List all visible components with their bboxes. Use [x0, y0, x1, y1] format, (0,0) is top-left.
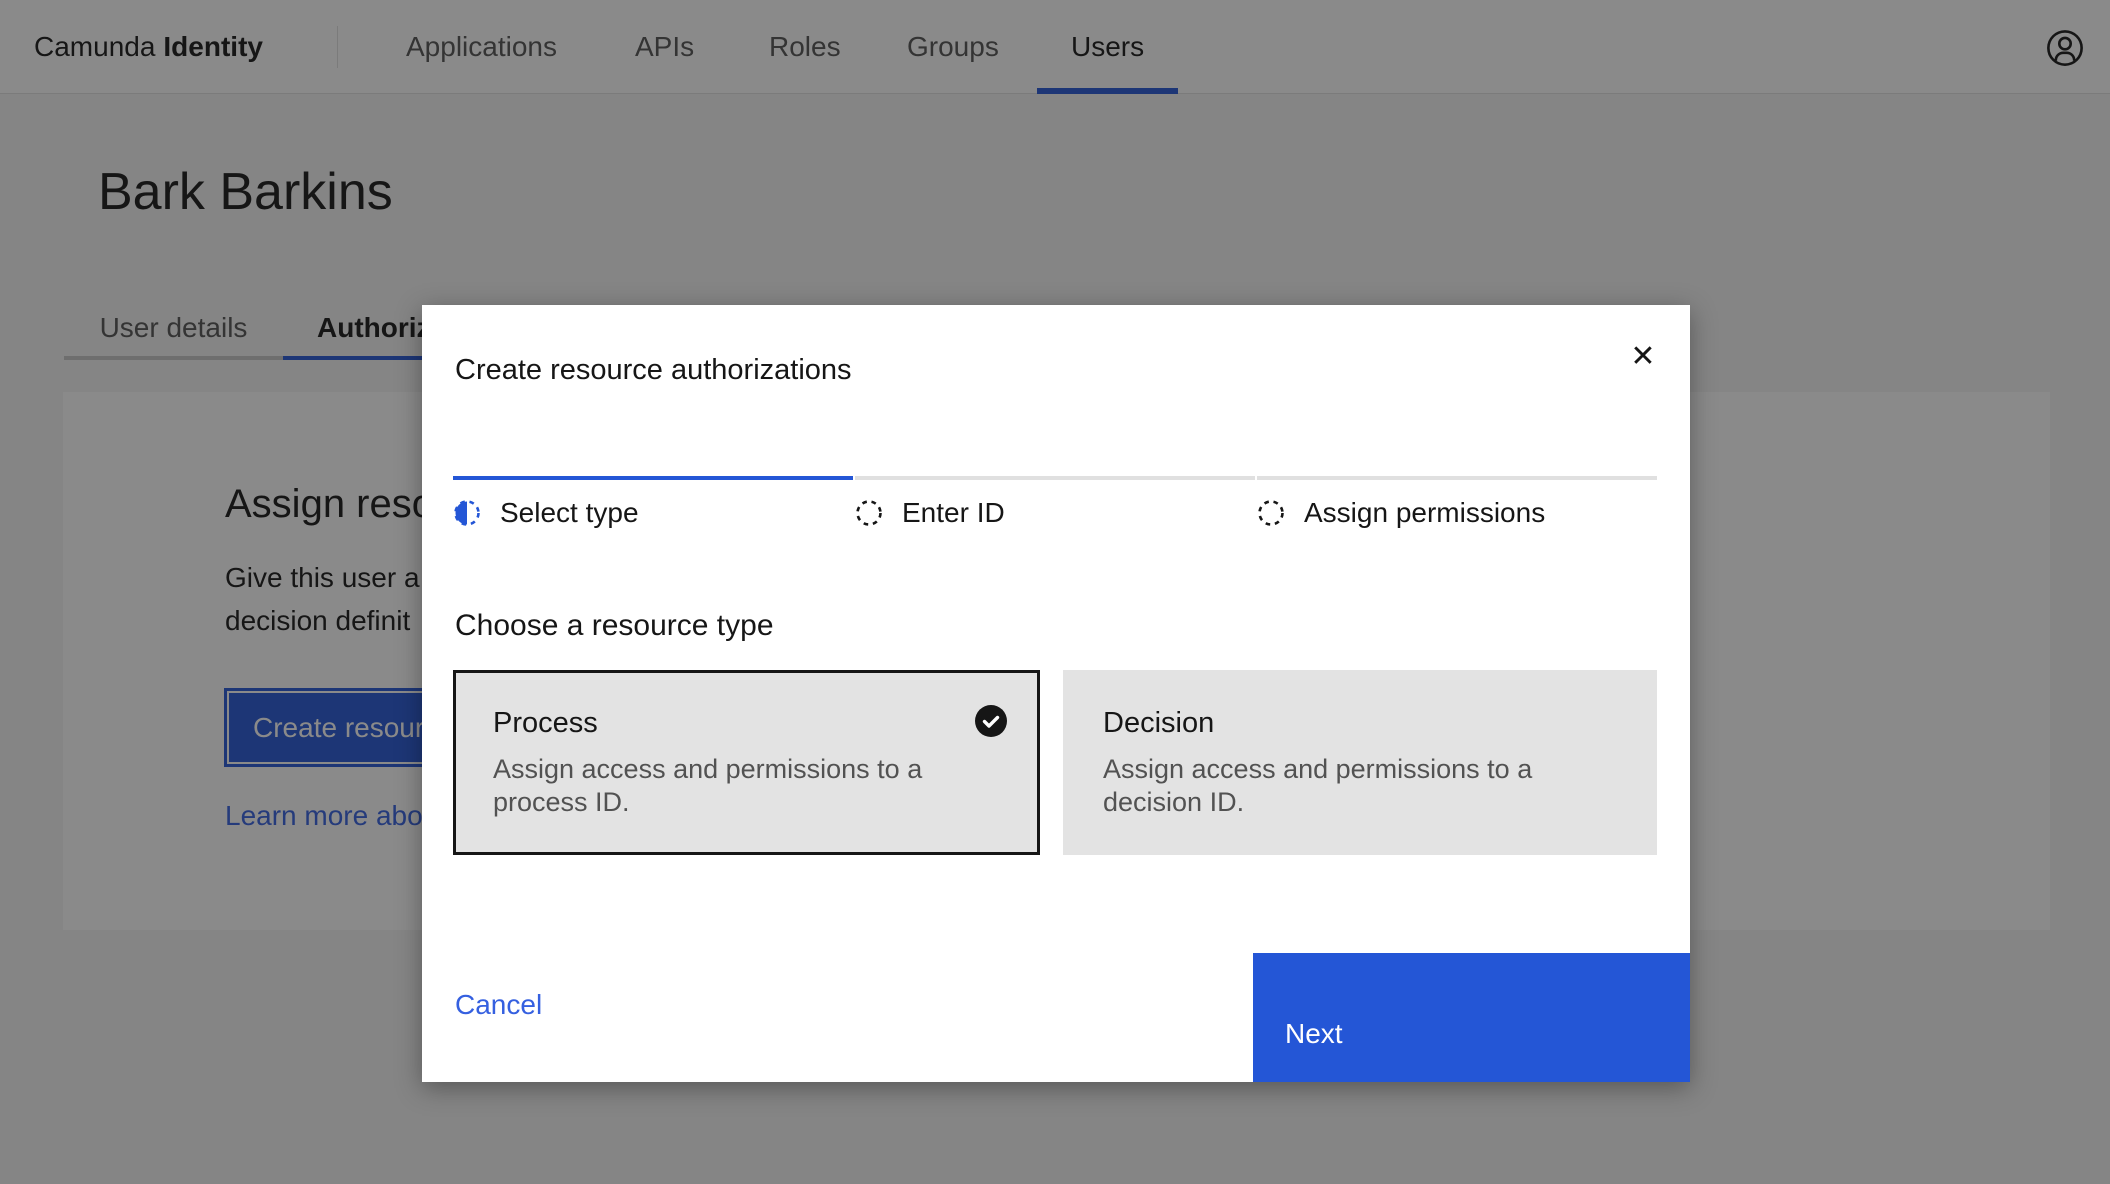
step-select-type[interactable]: Select type [453, 476, 853, 529]
screen: Camunda Identity Applications APIs Roles… [0, 0, 2110, 1184]
create-authorizations-modal: Create resource authorizations ✕ Select … [422, 305, 1690, 1082]
step-label: Assign permissions [1304, 497, 1545, 529]
card-title: Process [493, 706, 1000, 740]
dashed-circle-icon [1257, 499, 1285, 527]
modal-title: Create resource authorizations [455, 352, 852, 388]
half-filled-circle-icon [453, 499, 481, 527]
card-description: Assign access and permissions to a proce… [493, 753, 973, 819]
card-process[interactable]: Process Assign access and permissions to… [453, 670, 1040, 855]
checkmark-icon [975, 705, 1007, 737]
card-description: Assign access and permissions to a decis… [1103, 753, 1583, 819]
step-label: Select type [500, 497, 639, 529]
next-button-label: Next [1285, 1017, 1690, 1051]
close-icon[interactable]: ✕ [1619, 332, 1667, 380]
step-label: Enter ID [902, 497, 1005, 529]
next-button[interactable]: Next [1253, 953, 1690, 1082]
card-title: Decision [1103, 706, 1617, 740]
step-enter-id[interactable]: Enter ID [855, 476, 1255, 529]
cancel-button[interactable]: Cancel [455, 989, 542, 1021]
card-decision[interactable]: Decision Assign access and permissions t… [1063, 670, 1657, 855]
resource-type-cards: Process Assign access and permissions to… [453, 670, 1657, 855]
dashed-circle-icon [855, 499, 883, 527]
progress-indicator: Select type Enter ID Assign permissions [453, 476, 1659, 529]
choose-resource-type-heading: Choose a resource type [455, 608, 774, 644]
step-assign-permissions[interactable]: Assign permissions [1257, 476, 1657, 529]
